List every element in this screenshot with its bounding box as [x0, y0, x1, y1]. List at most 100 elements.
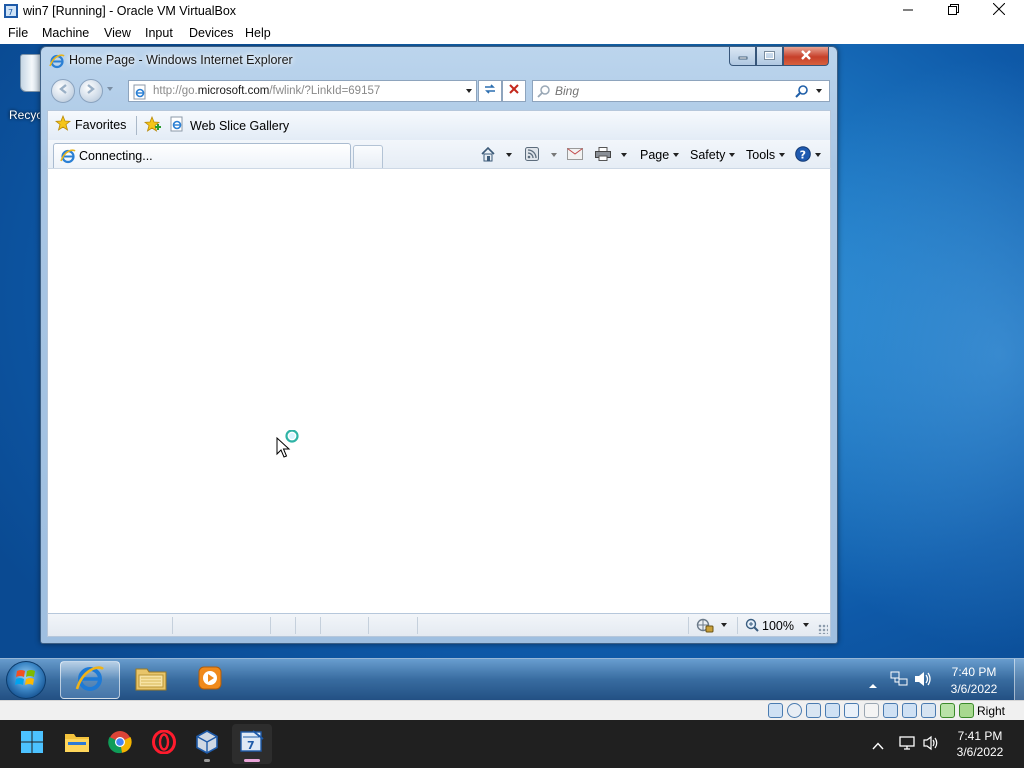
- security-zone-icon[interactable]: [696, 618, 714, 638]
- close-icon: [992, 2, 1006, 20]
- guest-tray-expand-icon[interactable]: [868, 676, 878, 694]
- host-network-icon[interactable]: [898, 734, 916, 757]
- search-input[interactable]: [555, 83, 785, 99]
- video-capture-icon[interactable]: [902, 703, 917, 718]
- address-url: http://go.microsoft.com/fwlink/?LinkId=6…: [153, 85, 381, 97]
- guest-start-button[interactable]: [6, 661, 46, 699]
- minimize-button[interactable]: [885, 0, 931, 22]
- svg-text:7: 7: [8, 8, 13, 17]
- guest-taskbar-media-player[interactable]: [180, 661, 240, 699]
- optical-drive-icon[interactable]: [787, 703, 802, 718]
- zoom-level-button[interactable]: 100%: [745, 617, 794, 635]
- guest-taskbar-windows-explorer[interactable]: [121, 661, 181, 699]
- display-icon[interactable]: [883, 703, 898, 718]
- guest-clock[interactable]: 7:40 PM 3/6/2022: [938, 664, 1010, 698]
- guest-network-icon[interactable]: [890, 671, 908, 692]
- mouse-integration-icon[interactable]: [940, 703, 955, 718]
- vbox-titlebar: 7 win7 [Running] - Oracle VM VirtualBox: [0, 0, 1024, 22]
- restore-icon: [947, 2, 959, 20]
- resize-grip[interactable]: [818, 624, 828, 634]
- host-taskbar-chrome[interactable]: [100, 724, 140, 764]
- ie-maximize-button[interactable]: [756, 47, 783, 66]
- maximize-icon: [764, 47, 775, 65]
- read-mail-button[interactable]: [567, 145, 583, 165]
- menu-devices[interactable]: Devices: [189, 26, 233, 40]
- ie-page-icon: [169, 116, 185, 137]
- feeds-dropdown-icon[interactable]: [551, 153, 557, 157]
- menu-machine[interactable]: Machine: [42, 26, 89, 40]
- home-dropdown-icon[interactable]: [506, 153, 512, 157]
- tools-menu[interactable]: Tools: [746, 145, 786, 165]
- menu-input[interactable]: Input: [145, 26, 173, 40]
- host-start-button[interactable]: [12, 724, 52, 764]
- favorites-star-icon: [54, 114, 72, 136]
- host-taskbar: 7 7:41 PM 3/6/2022: [0, 720, 1024, 768]
- hard-disk-icon[interactable]: [768, 703, 783, 718]
- usb-icon[interactable]: [844, 703, 859, 718]
- web-slice-gallery-link[interactable]: Web Slice Gallery: [169, 115, 289, 137]
- host-taskbar-file-explorer[interactable]: [57, 724, 97, 764]
- zoom-dropdown-icon[interactable]: [803, 623, 809, 627]
- stop-button[interactable]: [502, 80, 526, 102]
- page-content-area[interactable]: [47, 168, 831, 614]
- host-taskbar-virtualbox[interactable]: [187, 724, 227, 764]
- chrome-icon: [108, 730, 132, 759]
- host-taskbar-win7-vm[interactable]: 7: [232, 724, 272, 764]
- print-dropdown-icon[interactable]: [621, 153, 627, 157]
- search-box[interactable]: [532, 80, 830, 102]
- favorites-bar: Favorites Web Slice Gallery: [47, 110, 831, 140]
- ie-close-button[interactable]: [783, 47, 829, 66]
- guest-volume-icon[interactable]: [914, 671, 932, 692]
- compatibility-refresh-button[interactable]: [478, 80, 502, 102]
- show-desktop-button[interactable]: [1014, 659, 1024, 700]
- security-zone-dropdown-icon[interactable]: [721, 623, 727, 627]
- zoom-magnifier-icon: [745, 618, 759, 635]
- host-volume-icon[interactable]: [922, 734, 940, 757]
- back-button[interactable]: [51, 79, 75, 103]
- virtualization-icon[interactable]: [921, 703, 936, 718]
- favorites-separator: [136, 116, 137, 135]
- forward-button[interactable]: [79, 79, 103, 103]
- maximize-button[interactable]: [930, 0, 976, 22]
- history-dropdown-icon[interactable]: [107, 87, 113, 91]
- host-clock-time: 7:41 PM: [957, 729, 1003, 743]
- host-clock[interactable]: 7:41 PM 3/6/2022: [948, 728, 1012, 760]
- new-tab-button[interactable]: [353, 145, 383, 168]
- address-dropdown-icon[interactable]: [466, 89, 472, 93]
- network-adapter-icon[interactable]: [825, 703, 840, 718]
- svg-text:?: ?: [800, 148, 806, 161]
- keyboard-capture-icon[interactable]: [959, 703, 974, 718]
- media-player-icon: [197, 665, 223, 696]
- audio-icon[interactable]: [806, 703, 821, 718]
- ie-titlebar[interactable]: Home Page - Windows Internet Explorer: [41, 47, 837, 75]
- guest-taskbar-internet-explorer[interactable]: [60, 661, 120, 699]
- running-indicator: [204, 759, 210, 762]
- page-menu-dropdown-icon: [673, 153, 680, 157]
- web-slice-gallery-label: Web Slice Gallery: [190, 119, 290, 133]
- page-menu[interactable]: Page: [640, 145, 680, 165]
- guest-desktop: Recyc Home Page - Windows Internet Explo…: [0, 44, 1024, 700]
- menu-file[interactable]: File: [8, 26, 28, 40]
- window-title: win7 [Running] - Oracle VM VirtualBox: [23, 4, 237, 18]
- feeds-button[interactable]: [525, 145, 557, 165]
- add-to-favorites-bar-icon[interactable]: [143, 115, 162, 139]
- shared-folders-icon[interactable]: [864, 703, 879, 718]
- close-button[interactable]: [976, 0, 1022, 22]
- home-icon: [480, 146, 496, 165]
- menu-help[interactable]: Help: [245, 26, 271, 40]
- tab-home-page[interactable]: Connecting...: [53, 143, 351, 168]
- home-button[interactable]: [480, 145, 512, 165]
- search-icon[interactable]: [795, 84, 809, 103]
- menu-view[interactable]: View: [104, 26, 131, 40]
- safety-menu[interactable]: Safety: [690, 145, 736, 165]
- address-bar[interactable]: http://go.microsoft.com/fwlink/?LinkId=6…: [128, 80, 477, 102]
- ie-minimize-button[interactable]: [729, 47, 756, 66]
- search-dropdown-icon[interactable]: [816, 89, 822, 93]
- tab-label: Connecting...: [79, 149, 153, 163]
- host-taskbar-opera[interactable]: [144, 724, 184, 764]
- host-tray-overflow-icon[interactable]: [872, 737, 884, 755]
- help-button[interactable]: ?: [795, 145, 821, 165]
- recycle-bin-label: Recyc: [9, 108, 43, 122]
- favorites-button[interactable]: Favorites: [51, 114, 132, 136]
- print-button[interactable]: [595, 145, 627, 165]
